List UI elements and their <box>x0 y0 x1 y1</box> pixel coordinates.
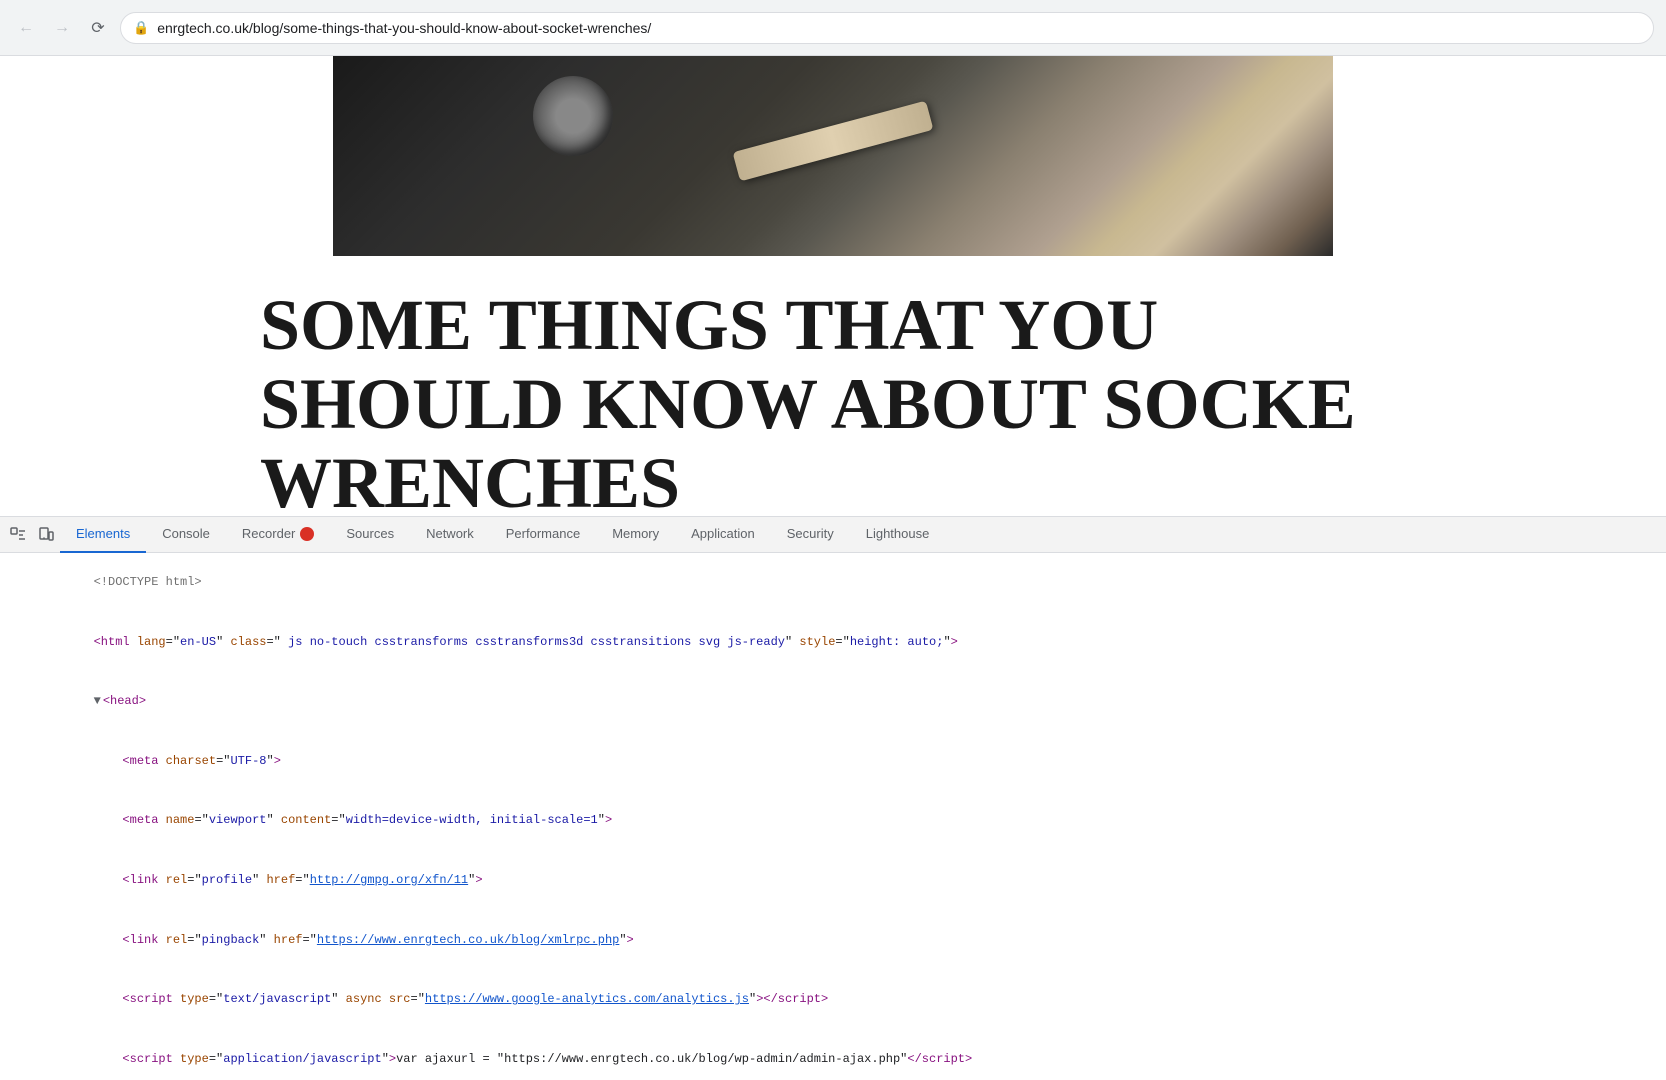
tab-security[interactable]: Security <box>771 517 850 553</box>
page-title-area: SOME THINGS THAT YOU SHOULD KNOW ABOUT S… <box>0 256 1666 516</box>
code-line-meta-charset: <meta charset="UTF-8"> <box>0 732 1666 792</box>
tab-lighthouse[interactable]: Lighthouse <box>850 517 946 553</box>
forward-button[interactable]: → <box>48 14 76 42</box>
code-line-html: <html lang="en-US" class=" js no-touch c… <box>0 613 1666 673</box>
code-line-meta-viewport: <meta name="viewport" content="width=dev… <box>0 791 1666 851</box>
tab-recorder[interactable]: Recorder <box>226 517 330 553</box>
devtools-tabs: Elements Console Recorder Sources Networ… <box>0 517 1666 553</box>
tab-performance[interactable]: Performance <box>490 517 596 553</box>
tab-elements[interactable]: Elements <box>60 517 146 553</box>
page-heading: SOME THINGS THAT YOU SHOULD KNOW ABOUT S… <box>260 286 1406 516</box>
code-line-doctype: <!DOCTYPE html> <box>0 553 1666 613</box>
tab-network[interactable]: Network <box>410 517 490 553</box>
code-line-link-profile: <link rel="profile" href="http://gmpg.or… <box>0 851 1666 911</box>
address-bar[interactable]: 🔒 enrgtech.co.uk/blog/some-things-that-y… <box>120 12 1654 44</box>
back-button[interactable]: ← <box>12 14 40 42</box>
recorder-dot-icon <box>300 527 314 541</box>
tab-application[interactable]: Application <box>675 517 771 553</box>
tab-console[interactable]: Console <box>146 517 226 553</box>
page-content: SOME THINGS THAT YOU SHOULD KNOW ABOUT S… <box>0 56 1666 516</box>
code-line-head: ▼<head> <box>0 672 1666 732</box>
tab-sources[interactable]: Sources <box>330 517 410 553</box>
url-text: enrgtech.co.uk/blog/some-things-that-you… <box>157 20 651 36</box>
device-toolbar-button[interactable] <box>32 521 60 549</box>
browser-chrome: ← → ⟳ 🔒 enrgtech.co.uk/blog/some-things-… <box>0 0 1666 56</box>
code-line-script-ajaxurl: <script type="application/javascript">va… <box>0 1030 1666 1080</box>
code-line-script-analytics: <script type="text/javascript" async src… <box>0 970 1666 1030</box>
tab-memory[interactable]: Memory <box>596 517 675 553</box>
reload-button[interactable]: ⟳ <box>84 14 112 42</box>
devtools-content[interactable]: <!DOCTYPE html> <html lang="en-US" class… <box>0 553 1666 1080</box>
hero-image <box>333 56 1333 256</box>
lock-icon: 🔒 <box>133 20 149 36</box>
inspect-element-button[interactable] <box>4 521 32 549</box>
code-line-link-pingback: <link rel="pingback" href="https://www.e… <box>0 910 1666 970</box>
devtools-panel: Elements Console Recorder Sources Networ… <box>0 516 1666 1080</box>
